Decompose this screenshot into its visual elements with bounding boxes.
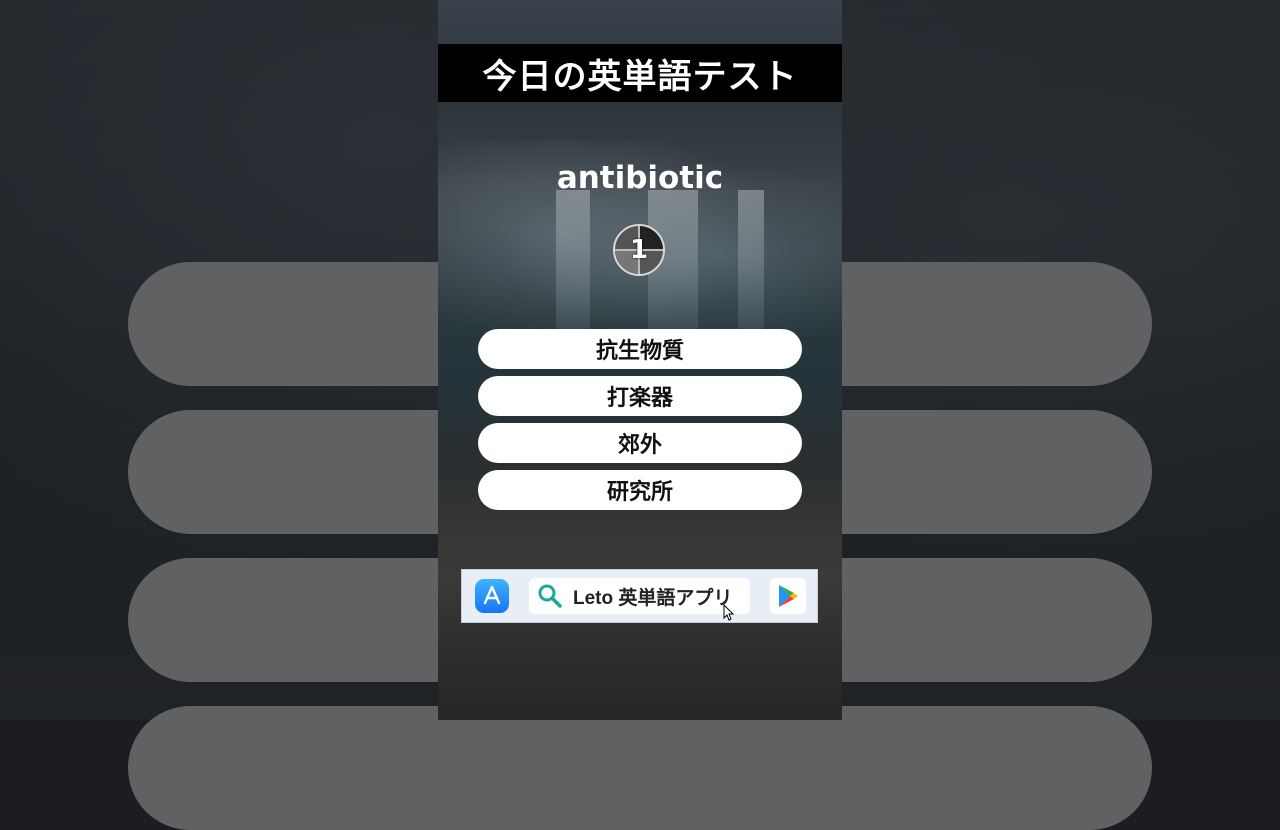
search-text: Leto 英単語アプリ <box>573 587 733 609</box>
countdown-number: 1 <box>629 235 649 265</box>
waterfall <box>738 190 764 340</box>
quiz-word: antibiotic <box>556 160 724 196</box>
google-play-icon[interactable] <box>770 578 806 614</box>
waterfall <box>556 190 590 340</box>
countdown-timer: 1 <box>613 224 665 276</box>
search-box[interactable]: Leto 英単語アプリ <box>529 578 750 614</box>
answer-choice-4[interactable]: 研究所 <box>478 470 802 510</box>
answer-choice-3[interactable]: 郊外 <box>478 423 802 463</box>
app-promo-banner[interactable]: Leto 英単語アプリ <box>461 569 818 623</box>
page-title: 今日の英単語テスト <box>482 56 798 97</box>
app-store-icon[interactable] <box>475 579 509 613</box>
title-bar: 今日の英単語テスト <box>438 44 842 102</box>
answer-choice-2[interactable]: 打楽器 <box>478 376 802 416</box>
mouse-cursor-icon <box>723 604 735 621</box>
backdrop-pill <box>128 706 1152 830</box>
search-icon <box>538 584 562 608</box>
answer-choice-1[interactable]: 抗生物質 <box>478 329 802 369</box>
